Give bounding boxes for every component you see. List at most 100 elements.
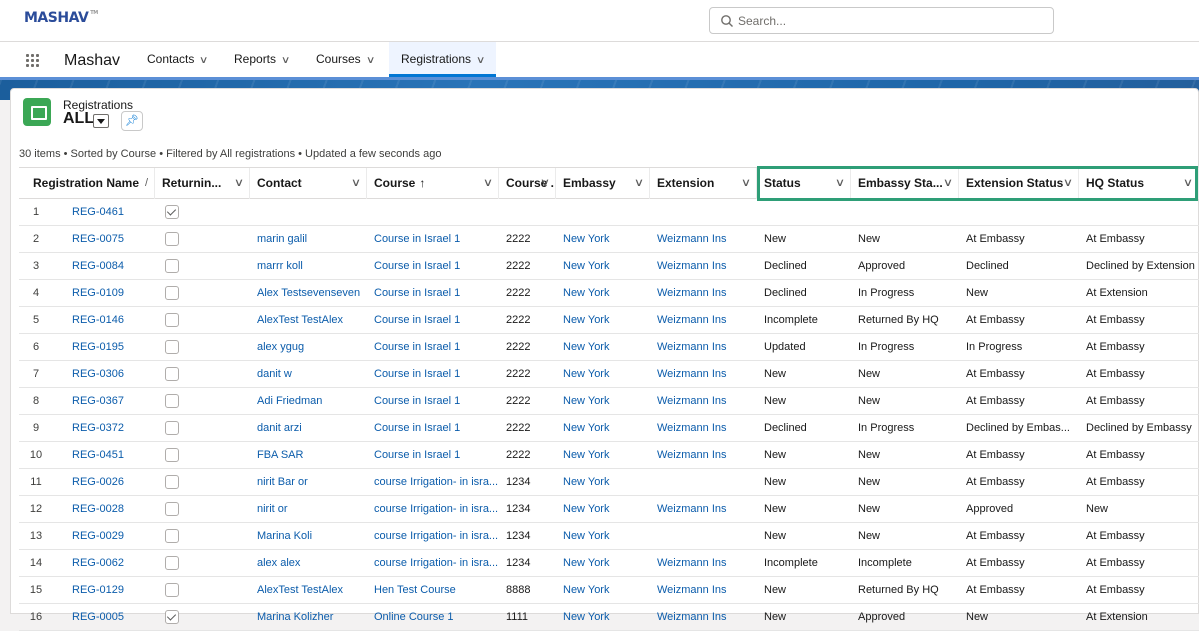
cell-course[interactable]: Course in Israel 1 xyxy=(367,415,499,441)
cell-extension[interactable]: Weizmann Ins xyxy=(650,280,757,306)
cell-embassy[interactable]: New York xyxy=(556,604,650,630)
cell-contact[interactable]: danit arzi xyxy=(250,415,367,441)
cell-extension[interactable]: Weizmann Ins xyxy=(650,388,757,414)
cell-contact[interactable]: alex ygug xyxy=(250,334,367,360)
cell-name[interactable]: REG-0109 xyxy=(66,280,155,306)
cell-course[interactable]: Course in Israel 1 xyxy=(367,388,499,414)
cell-course[interactable]: Course in Israel 1 xyxy=(367,442,499,468)
nav-tab-registrations[interactable]: Registrations ∨ xyxy=(389,42,497,78)
cell-contact[interactable]: AlexTest TestAlex xyxy=(250,307,367,333)
table-row[interactable]: 16 REG-0005 Marina Kolizher Online Course 1… xyxy=(19,604,1199,631)
cell-extension[interactable]: Weizmann Ins xyxy=(650,496,757,522)
cell-extension[interactable]: Weizmann Ins xyxy=(650,334,757,360)
cell-name[interactable]: REG-0005 xyxy=(66,604,155,630)
column-menu-chevron-icon[interactable]: ∨ xyxy=(634,168,644,199)
cell-embassy[interactable]: New York xyxy=(556,496,650,522)
table-row[interactable]: 7 REG-0306 danit w Course in Israel 1 2222 Ne… xyxy=(19,361,1199,388)
cell-embassy[interactable]: New York xyxy=(556,442,650,468)
table-row[interactable]: 12 REG-0028 nirit or course Irrigation- in … xyxy=(19,496,1199,523)
cell-name[interactable]: REG-0372 xyxy=(66,415,155,441)
cell-course[interactable] xyxy=(367,199,499,225)
cell-course[interactable]: Course in Israel 1 xyxy=(367,226,499,252)
cell-contact[interactable]: FBA SAR xyxy=(250,442,367,468)
column-menu-chevron-icon[interactable]: ∨ xyxy=(741,168,751,199)
cell-contact[interactable]: Adi Friedman xyxy=(250,388,367,414)
cell-extension[interactable]: Weizmann Ins xyxy=(650,253,757,279)
nav-tab-contacts[interactable]: Contacts ∨ xyxy=(147,42,209,77)
cell-name[interactable]: REG-0146 xyxy=(66,307,155,333)
cell-course[interactable]: course Irrigation- in isra... xyxy=(367,523,499,549)
column-menu-chevron-icon[interactable]: ∨ xyxy=(234,168,244,199)
table-row[interactable]: 8 REG-0367 Adi Friedman Course in Israel 1 2… xyxy=(19,388,1199,415)
table-row[interactable]: 1 REG-0461 xyxy=(19,199,1199,226)
cell-embassy[interactable]: New York xyxy=(556,415,650,441)
cell-contact[interactable]: Marina Kolizher xyxy=(250,604,367,630)
cell-contact[interactable]: Alex Testsevenseven xyxy=(250,280,367,306)
cell-extension[interactable]: Weizmann Ins xyxy=(650,442,757,468)
column-menu-chevron-icon[interactable]: ∨ xyxy=(943,168,953,199)
cell-course[interactable]: Course in Israel 1 xyxy=(367,361,499,387)
cell-name[interactable]: REG-0451 xyxy=(66,442,155,468)
cell-embassy[interactable] xyxy=(556,199,650,225)
cell-course[interactable]: course Irrigation- in isra... xyxy=(367,550,499,576)
cell-extension[interactable]: Weizmann Ins xyxy=(650,604,757,630)
nav-tab-reports[interactable]: Reports ∨ xyxy=(234,42,291,78)
cell-embassy[interactable]: New York xyxy=(556,550,650,576)
waffle-icon[interactable] xyxy=(26,54,39,67)
cell-contact[interactable]: alex alex xyxy=(250,550,367,576)
mashav-logo[interactable]: MASHAV TM xyxy=(24,10,98,26)
cell-contact[interactable]: nirit Bar or xyxy=(250,469,367,495)
table-row[interactable]: 10 REG-0451 FBA SAR Course in Israel 1 2222 N… xyxy=(19,442,1199,469)
cell-name[interactable]: REG-0367 xyxy=(66,388,155,414)
nav-tab-courses[interactable]: Courses ∨ xyxy=(316,42,375,77)
cell-contact[interactable] xyxy=(250,199,367,225)
cell-name[interactable]: REG-0062 xyxy=(66,550,155,576)
table-row[interactable]: 13 REG-0029 Marina Koli course Irrigation- … xyxy=(19,523,1199,550)
column-header-extension[interactable]: Extension ∨ xyxy=(650,168,757,199)
cell-embassy[interactable]: New York xyxy=(556,577,650,603)
cell-embassy[interactable]: New York xyxy=(556,226,650,252)
cell-course[interactable]: Course in Israel 1 xyxy=(367,280,499,306)
cell-name[interactable]: REG-0075 xyxy=(66,226,155,252)
cell-course[interactable]: Hen Test Course xyxy=(367,577,499,603)
column-header-status[interactable]: Status ∨ xyxy=(757,168,851,199)
column-resize-handle[interactable]: / xyxy=(145,168,148,199)
cell-course[interactable]: Online Course 1 xyxy=(367,604,499,630)
table-row[interactable]: 14 REG-0062 alex alex course Irrigation- in… xyxy=(19,550,1199,577)
cell-extension[interactable] xyxy=(650,199,757,225)
cell-extension[interactable] xyxy=(650,523,757,549)
cell-extension[interactable] xyxy=(650,469,757,495)
column-menu-chevron-icon[interactable]: ∨ xyxy=(1183,168,1193,199)
cell-course[interactable]: Course in Israel 1 xyxy=(367,307,499,333)
cell-name[interactable]: REG-0028 xyxy=(66,496,155,522)
cell-contact[interactable]: marrr koll xyxy=(250,253,367,279)
column-header-course[interactable]: Course ↑ ∨ xyxy=(367,168,499,199)
cell-embassy[interactable]: New York xyxy=(556,523,650,549)
column-menu-chevron-icon[interactable]: ∨ xyxy=(351,168,361,199)
cell-contact[interactable]: Marina Koli xyxy=(250,523,367,549)
chevron-down-icon[interactable]: ∨ xyxy=(476,43,486,78)
cell-extension[interactable]: Weizmann Ins xyxy=(650,226,757,252)
column-header-hq-status[interactable]: HQ Status ∨ xyxy=(1079,168,1199,199)
cell-extension[interactable]: Weizmann Ins xyxy=(650,361,757,387)
column-menu-chevron-icon[interactable]: ∨ xyxy=(483,168,493,199)
cell-embassy[interactable]: New York xyxy=(556,469,650,495)
cell-name[interactable]: REG-0461 xyxy=(66,199,155,225)
cell-extension[interactable]: Weizmann Ins xyxy=(650,307,757,333)
cell-name[interactable]: REG-0029 xyxy=(66,523,155,549)
cell-embassy[interactable]: New York xyxy=(556,334,650,360)
list-view-dropdown-button[interactable] xyxy=(93,114,109,128)
cell-extension[interactable]: Weizmann Ins xyxy=(650,577,757,603)
cell-name[interactable]: REG-0195 xyxy=(66,334,155,360)
cell-contact[interactable]: nirit or xyxy=(250,496,367,522)
global-search-input[interactable]: Search... xyxy=(709,7,1054,34)
cell-embassy[interactable]: New York xyxy=(556,280,650,306)
table-row[interactable]: 9 REG-0372 danit arzi Course in Israel 1 222… xyxy=(19,415,1199,442)
cell-embassy[interactable]: New York xyxy=(556,388,650,414)
column-header-name[interactable]: Registration Name / xyxy=(19,168,155,199)
cell-extension[interactable]: Weizmann Ins xyxy=(650,415,757,441)
cell-course[interactable]: course Irrigation- in isra... xyxy=(367,469,499,495)
pin-icon[interactable]: 📌︎ xyxy=(121,111,143,131)
cell-embassy[interactable]: New York xyxy=(556,307,650,333)
chevron-down-icon[interactable]: ∨ xyxy=(281,43,291,78)
